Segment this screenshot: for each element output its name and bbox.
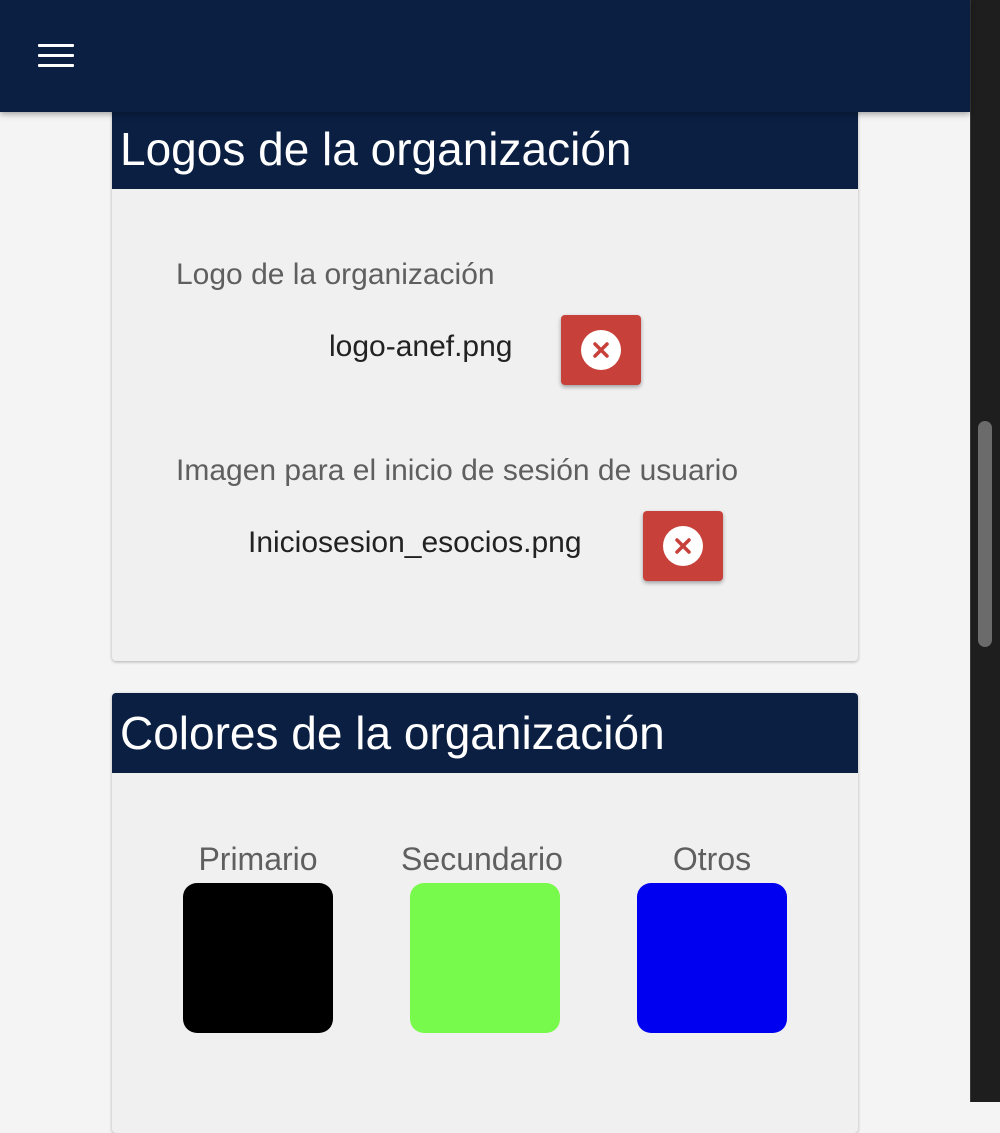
remove-login-image-button[interactable] <box>643 511 723 581</box>
colors-card-title: Colores de la organización <box>112 693 858 773</box>
org-logo-file-name: logo-anef.png <box>329 330 513 363</box>
login-image-label: Imagen para el inicio de sesión de usuar… <box>176 454 739 487</box>
app-bar <box>0 0 970 112</box>
color-swatch-primary[interactable] <box>183 883 333 1033</box>
swatch-label-primary: Primario <box>198 841 318 877</box>
color-swatch-secondary[interactable] <box>410 883 560 1033</box>
scrollbar-thumb[interactable] <box>978 421 992 647</box>
remove-org-logo-button[interactable] <box>561 315 641 385</box>
login-image-file-name: Iniciosesion_esocios.png <box>248 526 582 559</box>
swatch-label-others: Otros <box>672 841 752 877</box>
hamburger-menu-icon <box>38 44 74 68</box>
swatch-label-secondary: Secundario <box>401 841 563 877</box>
colors-card: Colores de la organización Primario Secu… <box>112 693 858 1133</box>
logos-card-title: Logos de la organización <box>112 108 858 189</box>
close-circle-icon <box>663 526 703 566</box>
color-swatch-others[interactable] <box>637 883 787 1033</box>
scrollbar-track[interactable] <box>970 0 1000 1102</box>
logos-card: Logos de la organización Logo de la orga… <box>112 108 858 661</box>
org-logo-label: Logo de la organización <box>176 258 495 291</box>
close-circle-icon <box>581 330 621 370</box>
menu-button[interactable] <box>30 36 82 76</box>
